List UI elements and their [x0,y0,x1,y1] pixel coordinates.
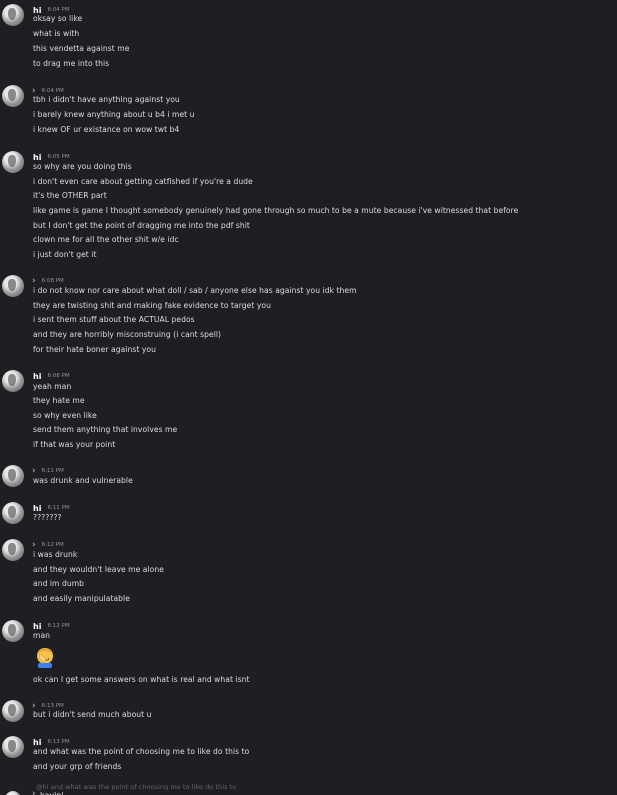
avatar[interactable] [2,275,24,297]
avatar[interactable] [2,620,24,642]
message-text: and easily manipulatable [33,594,130,603]
timestamp: 6:13 PM [47,739,70,745]
avatar[interactable] [2,465,24,487]
message-text: what is with [33,29,80,38]
message-text: and im dumb [33,579,85,588]
message-text: and they wouldn't leave me alone [33,565,164,574]
message-text: and what was the point of choosing me to… [33,747,250,756]
username[interactable]: hi [33,153,41,162]
message-text: i don't even care about getting catfishe… [33,177,253,186]
message-text: this vendetta against me [33,44,130,53]
message-text: if that was your point [33,440,116,449]
face-palm-emoji [37,648,53,668]
message-text: ok can I get some answers on what is rea… [33,675,250,684]
message-text: i was drunk [33,550,78,559]
message-text: tbh i didn't have anything against you [33,95,180,104]
chat-log: hi 6:04 PM oksay so like what is with th… [0,0,617,795]
message-text: like game is game I thought somebody gen… [33,206,519,215]
message-text: they hate me [33,396,85,405]
timestamp: 6:11 PM [47,505,70,511]
timestamp: 6:05 PM [47,154,70,160]
username[interactable]: hi [33,622,41,631]
timestamp: 6:11 PM [41,468,64,474]
message-text: so why are you doing this [33,162,132,171]
username[interactable]: kayini [40,791,64,795]
message-text: for their hate boner against you [33,345,156,354]
message-text: i sent them stuff about the ACTUAL pedos [33,315,195,324]
message-text: i barely knew anything about u b4 i met … [33,110,195,119]
message-text: and they are horribly misconstruing (i c… [33,330,222,339]
message-text: i just don't get it [33,250,97,259]
reply-arrow-icon: › [32,275,36,286]
avatar[interactable] [5,791,21,795]
message-text: ??????? [33,513,62,522]
message-text: but i didn't send much about u [33,710,152,719]
username[interactable]: hi [33,372,41,381]
message-text: oksay so like [33,14,83,23]
avatar[interactable] [2,85,24,107]
avatar[interactable] [2,151,24,173]
message-text: they are twisting shit and making fake e… [33,301,271,310]
reply-arrow-icon: › [32,539,36,550]
timestamp: 6:08 PM [41,278,64,284]
username[interactable]: hi [33,738,41,747]
timestamp: 6:12 PM [41,542,64,548]
avatar[interactable] [2,539,24,561]
reply-arrow-icon: › [32,465,36,476]
message-text: i knew OF ur existance on wow twt b4 [33,125,180,134]
message-text: i do not know nor care about what doll /… [33,286,357,295]
avatar[interactable] [2,502,24,524]
message-text: send them anything that involves me [33,425,178,434]
message-text: man [33,631,51,640]
reply-preview[interactable]: @hi and what was the point of choosing m… [36,783,236,791]
avatar[interactable] [2,736,24,758]
username[interactable]: hi [33,504,41,513]
timestamp: 6:04 PM [47,7,70,13]
message-text: so why even like [33,411,97,420]
message-text: clown me for all the other shit w/e idc [33,235,179,244]
timestamp: 6:13 PM [41,703,64,709]
timestamp: 6:04 PM [41,88,64,94]
timestamp: 6:12 PM [47,623,70,629]
timestamp: 6:08 PM [47,373,70,379]
message-text: but I don't get the point of dragging me… [33,221,250,230]
message-text: yeah man [33,382,72,391]
avatar[interactable] [2,700,24,722]
message-text: it's the OTHER part [33,191,107,200]
message-text: to drag me into this [33,59,110,68]
reply-arrow-icon: › [32,789,36,795]
message-text: and your grp of friends [33,762,122,771]
message-text: was drunk and vulnerable [33,476,133,485]
message-header: hi 6:08 PM [33,370,70,382]
avatar[interactable] [2,4,24,26]
avatar[interactable] [2,370,24,392]
